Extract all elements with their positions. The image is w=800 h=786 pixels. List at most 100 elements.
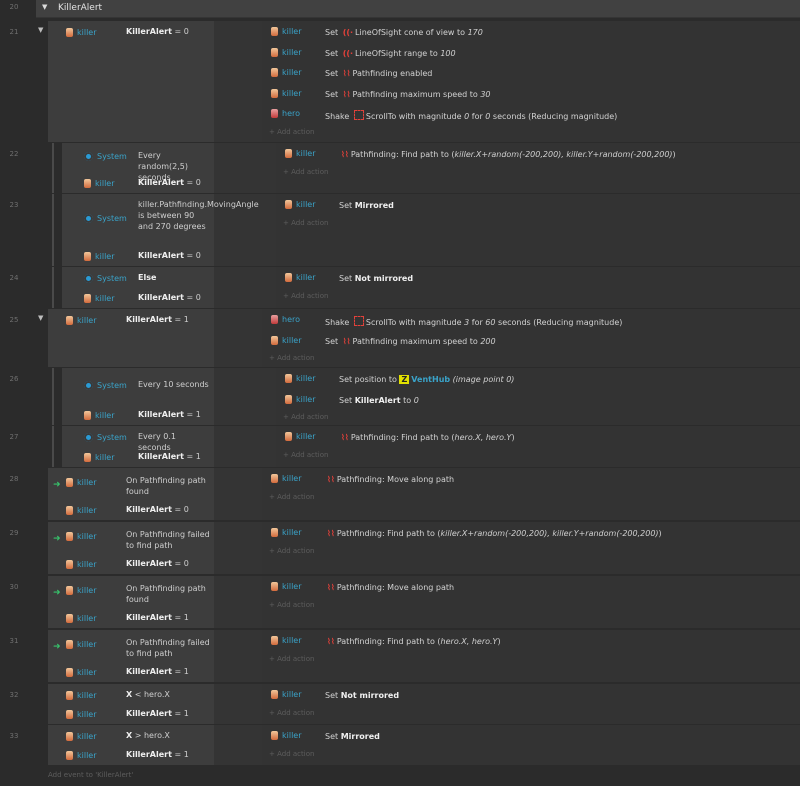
- action-object[interactable]: killer: [285, 149, 316, 158]
- actions-block[interactable]: killer ⌇⌇ Pathfinding: Find path to (hero.…: [276, 426, 800, 467]
- condition-text[interactable]: KillerAlert = 0: [138, 292, 210, 303]
- condition-text[interactable]: KillerAlert = 0: [138, 177, 210, 188]
- condition-object[interactable]: killer: [66, 640, 97, 649]
- condition-text[interactable]: On Pathfinding path found: [126, 475, 210, 497]
- action-row[interactable]: Set Mirrored: [325, 732, 380, 741]
- condition-text[interactable]: On Pathfinding failed to find path: [126, 637, 210, 659]
- add-action-link[interactable]: + Add action: [269, 601, 314, 609]
- condition-object[interactable]: killer: [84, 453, 115, 462]
- action-row[interactable]: ⌇⌇ Pathfinding: Move along path: [325, 475, 454, 484]
- action-object[interactable]: killer: [271, 47, 302, 57]
- actions-block[interactable]: killer Set position to Z VentHub (image po…: [276, 368, 800, 425]
- action-row[interactable]: Shake ScrollTo with magnitude 3 for 60 s…: [325, 316, 622, 327]
- action-object[interactable]: killer: [271, 636, 302, 645]
- condition-object[interactable]: killer: [84, 179, 115, 188]
- condition-object[interactable]: System: [84, 433, 127, 442]
- add-action-link[interactable]: + Add action: [269, 547, 314, 555]
- action-row[interactable]: Set ⌇⌇ Pathfinding enabled: [325, 69, 432, 78]
- action-row[interactable]: Set position to Z VentHub (image point 0): [339, 375, 514, 384]
- actions-block[interactable]: killer Set Mirrored + Add action: [262, 725, 800, 765]
- conditions-block[interactable]: killer On Pathfinding failed to find path…: [48, 630, 214, 682]
- condition-object[interactable]: killer: [66, 532, 97, 541]
- condition-text[interactable]: KillerAlert = 1: [138, 409, 210, 420]
- condition-object[interactable]: killer: [66, 710, 97, 719]
- action-object[interactable]: killer: [271, 690, 302, 699]
- conditions-block[interactable]: killer X < hero.X killer KillerAlert = 1: [48, 684, 214, 724]
- conditions-block[interactable]: killer KillerAlert = 1: [48, 309, 214, 367]
- conditions-block[interactable]: killer On Pathfinding failed to find path…: [48, 522, 214, 574]
- conditions-block[interactable]: killer X > hero.X killer KillerAlert = 1: [48, 725, 214, 765]
- condition-text[interactable]: KillerAlert = 0: [138, 250, 210, 261]
- action-object[interactable]: killer: [271, 88, 302, 98]
- condition-object[interactable]: killer: [84, 252, 115, 261]
- condition-text[interactable]: X > hero.X: [126, 730, 210, 741]
- condition-text[interactable]: X < hero.X: [126, 689, 210, 700]
- condition-text[interactable]: KillerAlert = 1: [126, 749, 210, 760]
- collapse-triangle-icon[interactable]: ▼: [42, 3, 47, 11]
- condition-text[interactable]: Every 10 seconds: [138, 379, 210, 390]
- add-action-link[interactable]: + Add action: [283, 168, 328, 176]
- actions-block[interactable]: killer ⌇⌇ Pathfinding: Find path to (kille…: [276, 143, 800, 193]
- add-action-link[interactable]: + Add action: [283, 413, 328, 421]
- condition-object[interactable]: killer: [84, 411, 115, 420]
- event-row[interactable]: System Every 0.1 seconds killer KillerAlert…: [62, 426, 800, 467]
- collapse-triangle-icon[interactable]: ▼: [38, 314, 43, 322]
- event-row[interactable]: System Every 10 seconds killer KillerAlert …: [62, 368, 800, 425]
- condition-text[interactable]: killer.Pathfinding.MovingAngle is betwee…: [138, 199, 259, 232]
- event-row[interactable]: killer X > hero.X killer KillerAlert = 1 kil…: [48, 725, 800, 765]
- action-object[interactable]: hero: [271, 109, 300, 118]
- condition-text[interactable]: KillerAlert = 0: [126, 558, 210, 569]
- conditions-block[interactable]: System killer.Pathfinding.MovingAngle is …: [62, 194, 259, 266]
- condition-object[interactable]: killer: [66, 478, 97, 487]
- action-row[interactable]: Set ⌇⌇ Pathfinding maximum speed to 200: [325, 337, 496, 346]
- add-action-link[interactable]: + Add action: [269, 750, 314, 758]
- condition-text[interactable]: KillerAlert = 1: [126, 708, 210, 719]
- action-row[interactable]: Set KillerAlert to 0: [339, 396, 419, 405]
- collapse-triangle-icon[interactable]: ▼: [38, 26, 43, 34]
- event-row[interactable]: System Else killer KillerAlert = 0 killer Se…: [62, 267, 800, 308]
- add-action-link[interactable]: + Add action: [283, 292, 328, 300]
- add-action-link[interactable]: + Add action: [269, 354, 314, 362]
- action-object[interactable]: killer: [271, 582, 302, 591]
- condition-object[interactable]: killer: [66, 691, 97, 700]
- group-header[interactable]: ▼ KillerAlert: [36, 0, 800, 18]
- actions-block[interactable]: killer Set Mirrored + Add action: [276, 194, 800, 266]
- condition-object[interactable]: killer: [66, 614, 97, 623]
- condition-object[interactable]: killer: [66, 28, 97, 37]
- condition-text[interactable]: On Pathfinding failed to find path: [126, 529, 210, 551]
- condition-text[interactable]: KillerAlert = 1: [126, 314, 210, 325]
- action-row[interactable]: Set Mirrored: [339, 201, 394, 210]
- action-row[interactable]: Shake ScrollTo with magnitude 0 for 0 se…: [325, 110, 617, 121]
- action-object[interactable]: killer: [285, 394, 316, 404]
- condition-text[interactable]: Every 0.1 seconds: [138, 431, 210, 453]
- conditions-block[interactable]: System Every 0.1 seconds killer KillerAlert…: [62, 426, 214, 467]
- action-row[interactable]: ⌇⌇ Pathfinding: Find path to (hero.X, her…: [339, 433, 515, 442]
- actions-block[interactable]: killer Set Not mirrored + Add action: [262, 684, 800, 724]
- condition-text[interactable]: Else: [138, 272, 210, 283]
- action-row[interactable]: Set ⌇⌇ Pathfinding maximum speed to 30: [325, 90, 491, 99]
- condition-text[interactable]: On Pathfinding path found: [126, 583, 210, 605]
- action-row[interactable]: Set Not mirrored: [339, 274, 413, 283]
- event-row[interactable]: killer KillerAlert = 0 killer Set ((· LineOf…: [48, 21, 800, 142]
- add-action-link[interactable]: + Add action: [283, 451, 328, 459]
- event-row[interactable]: killer On Pathfinding failed to find path…: [48, 630, 800, 682]
- condition-text[interactable]: KillerAlert = 0: [126, 504, 210, 515]
- action-object[interactable]: killer: [271, 27, 302, 36]
- action-row[interactable]: Set ((· LineOfSight range to 100: [325, 49, 456, 58]
- object-name-venthub[interactable]: VentHub: [411, 375, 450, 384]
- action-row[interactable]: ⌇⌇ Pathfinding: Find path to (killer.X+ra…: [339, 150, 676, 159]
- conditions-block[interactable]: killer On Pathfinding path found killer Kil…: [48, 468, 214, 520]
- conditions-block[interactable]: killer On Pathfinding path found killer Kil…: [48, 576, 214, 628]
- event-row[interactable]: killer KillerAlert = 1 hero Shake ScrollTo …: [48, 309, 800, 367]
- add-action-link[interactable]: + Add action: [283, 219, 328, 227]
- action-object[interactable]: killer: [285, 200, 316, 209]
- actions-block[interactable]: killer ⌇⌇ Pathfinding: Find path to (hero.…: [262, 630, 800, 682]
- condition-object[interactable]: System: [84, 152, 127, 161]
- action-object[interactable]: killer: [285, 432, 316, 441]
- add-action-link[interactable]: + Add action: [269, 655, 314, 663]
- event-row[interactable]: killer On Pathfinding path found killer Kil…: [48, 576, 800, 628]
- action-object[interactable]: killer: [271, 731, 302, 740]
- event-row[interactable]: System killer.Pathfinding.MovingAngle is …: [62, 194, 800, 266]
- event-row[interactable]: killer On Pathfinding failed to find path…: [48, 522, 800, 574]
- actions-block[interactable]: killer ⌇⌇ Pathfinding: Move along path + Ad…: [262, 468, 800, 520]
